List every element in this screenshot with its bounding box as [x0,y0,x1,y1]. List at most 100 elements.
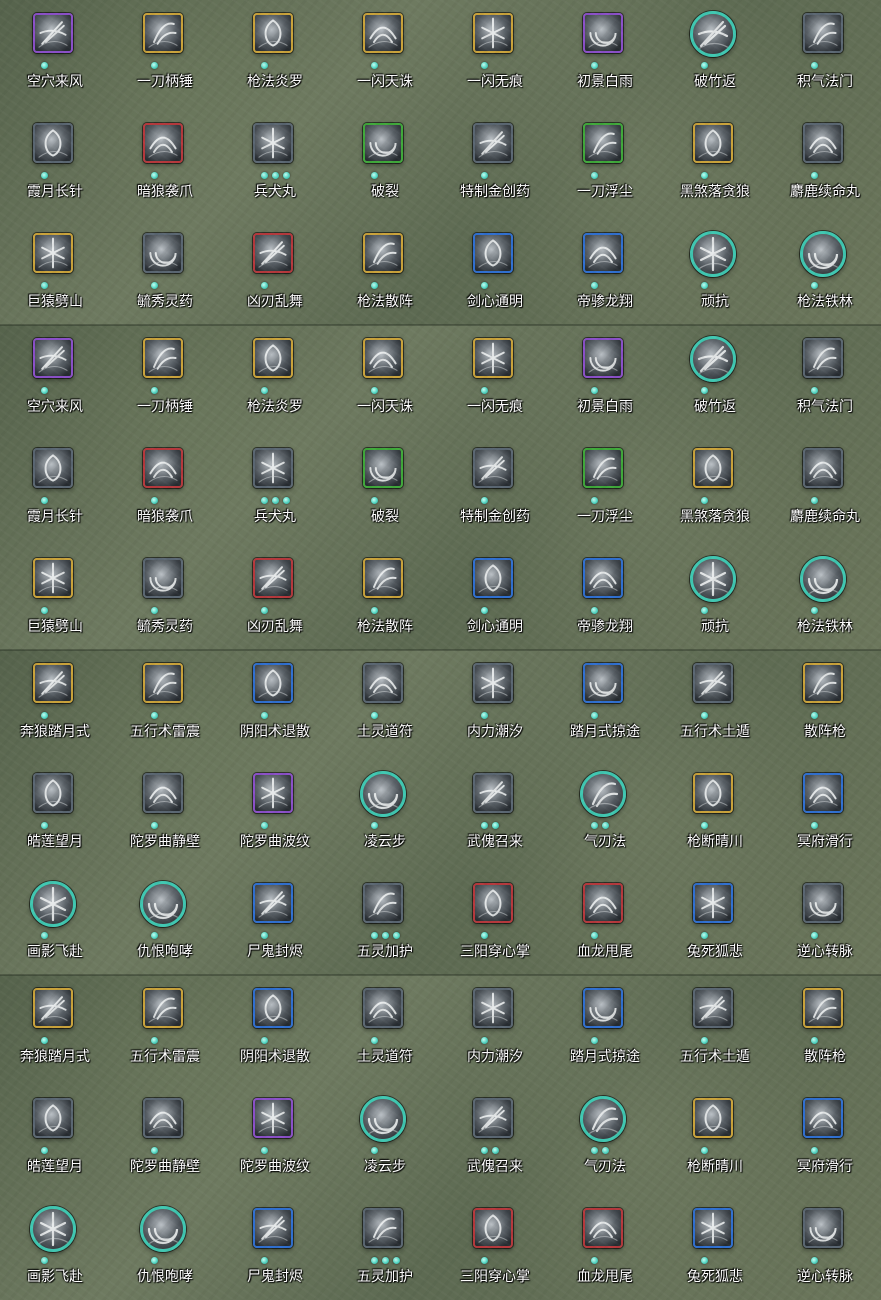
vortex-coin-icon[interactable] [33,13,73,53]
skill-slot[interactable]: 帝骖龙翔 [550,220,660,325]
yinyang-icon[interactable] [253,663,293,703]
skill-slot[interactable]: 暗狼袭爪 [110,435,220,545]
ghost-seal-icon[interactable] [253,1208,293,1248]
resist-icon[interactable] [690,231,736,277]
skill-slot[interactable]: 破裂 [330,435,440,545]
light-pillar-icon[interactable] [583,338,623,378]
skill-slot[interactable]: 毓秀灵药 [110,545,220,650]
scatter-spear-icon[interactable] [803,663,843,703]
skill-slot[interactable]: 五行术土遁 [660,975,770,1085]
skill-slot[interactable]: 暗狼袭爪 [110,110,220,220]
skill-slot[interactable]: 三阳穿心掌 [440,1195,550,1300]
skill-slot[interactable]: 奔狼踏月式 [0,650,110,760]
dragon-flight-icon[interactable] [583,558,623,598]
skill-slot[interactable]: 毓秀灵药 [110,220,220,325]
earth-escape-icon[interactable] [693,988,733,1028]
skill-slot[interactable]: 枪法炎罗 [220,325,330,435]
meridian-icon[interactable] [803,883,843,923]
skill-slot[interactable]: 冥府滑行 [770,1085,880,1195]
spear-break-icon[interactable] [693,773,733,813]
pill-hound-icon[interactable] [253,123,293,163]
roar-icon[interactable] [140,1206,186,1252]
shatter-icon[interactable] [363,123,403,163]
skill-slot[interactable]: 特制金创药 [440,110,550,220]
dark-wolf-icon[interactable] [693,123,733,163]
air-blade-icon[interactable] [580,771,626,817]
skill-slot[interactable]: 剑心通明 [440,545,550,650]
earth-escape-icon[interactable] [693,663,733,703]
skill-slot[interactable]: 武傀召来 [440,1085,550,1195]
skill-slot[interactable]: 尸鬼封烬 [220,1195,330,1300]
skill-slot[interactable]: 枪法炎罗 [220,0,330,110]
skill-slot[interactable]: 冥府滑行 [770,760,880,870]
skill-slot[interactable]: 一刀浮尘 [550,110,660,220]
skill-slot[interactable]: 土灵道符 [330,975,440,1085]
skill-slot[interactable]: 兵犬丸 [220,110,330,220]
ghost-seal-icon[interactable] [253,883,293,923]
skill-slot[interactable]: 五行术土遁 [660,650,770,760]
swift-cut-icon[interactable] [473,338,513,378]
underworld-glide-icon[interactable] [803,1098,843,1138]
shadow-leap-icon[interactable] [30,881,76,927]
flash-slash-icon[interactable] [363,13,403,53]
palm-strike-icon[interactable] [473,883,513,923]
skill-slot[interactable]: 霞月长针 [0,435,110,545]
shadow-leap-icon[interactable] [30,1206,76,1252]
medicine-icon[interactable] [473,448,513,488]
skill-slot[interactable]: 破竹返 [660,0,770,110]
skill-slot[interactable]: 气刃法 [550,760,660,870]
skill-slot[interactable]: 尸鬼封烬 [220,870,330,975]
skill-slot[interactable]: 凶刃乱舞 [220,220,330,325]
skill-slot[interactable]: 破裂 [330,110,440,220]
spear-break-icon[interactable] [693,1098,733,1138]
sword-heart-icon[interactable] [473,558,513,598]
skill-slot[interactable]: 初景白雨 [550,0,660,110]
skill-slot[interactable]: 仇恨咆哮 [110,870,220,975]
counter-slash-icon[interactable] [690,11,736,57]
skill-slot[interactable]: 凶刃乱舞 [220,545,330,650]
skill-slot[interactable]: 枪法铁林 [770,220,880,325]
skill-slot[interactable]: 陀罗曲静壁 [110,1085,220,1195]
skill-slot[interactable]: 血龙甩尾 [550,870,660,975]
blade-dance-icon[interactable] [253,233,293,273]
skill-slot[interactable]: 巨猿劈山 [0,545,110,650]
skill-slot[interactable]: 特制金创药 [440,435,550,545]
still-wall-icon[interactable] [143,773,183,813]
counter-slash-icon[interactable] [690,336,736,382]
blade-strike-icon[interactable] [143,13,183,53]
blade-dance-icon[interactable] [253,558,293,598]
still-wall-icon[interactable] [143,1098,183,1138]
skill-slot[interactable]: 一刀柄锤 [110,325,220,435]
skill-slot[interactable]: 兵犬丸 [220,435,330,545]
ripple-icon[interactable] [253,1098,293,1138]
dark-wolf-icon[interactable] [693,448,733,488]
skill-slot[interactable]: 踏月式掠途 [550,975,660,1085]
skill-slot[interactable]: 仇恨咆哮 [110,1195,220,1300]
skill-slot[interactable]: 逆心转脉 [770,870,880,975]
skill-slot[interactable]: 一闪无痕 [440,0,550,110]
skill-slot[interactable]: 散阵枪 [770,975,880,1085]
needle-icon[interactable] [33,123,73,163]
skill-slot[interactable]: 陀罗曲波纹 [220,760,330,870]
needle-icon[interactable] [33,448,73,488]
scatter-spear-icon[interactable] [803,988,843,1028]
yinyang-icon[interactable] [253,988,293,1028]
pill-hound-icon[interactable] [253,448,293,488]
talisman-icon[interactable] [363,988,403,1028]
dragon-flight-icon[interactable] [583,233,623,273]
dragon-tail-icon[interactable] [583,883,623,923]
spear-scatter-icon[interactable] [363,233,403,273]
skill-slot[interactable]: 画影飞赴 [0,1195,110,1300]
skill-slot[interactable]: 霞月长针 [0,110,110,220]
skill-slot[interactable]: 黑煞落贪狼 [660,435,770,545]
blade-strike-icon[interactable] [143,338,183,378]
cloud-step-icon[interactable] [360,1096,406,1142]
skill-slot[interactable]: 陀罗曲静壁 [110,760,220,870]
qi-gather-icon[interactable] [803,338,843,378]
dust-blade-icon[interactable] [583,448,623,488]
skill-slot[interactable]: 五行术雷震 [110,975,220,1085]
tide-icon[interactable] [473,988,513,1028]
skill-slot[interactable]: 气刃法 [550,1085,660,1195]
ape-smash-icon[interactable] [33,233,73,273]
wolf-claw-icon[interactable] [143,123,183,163]
